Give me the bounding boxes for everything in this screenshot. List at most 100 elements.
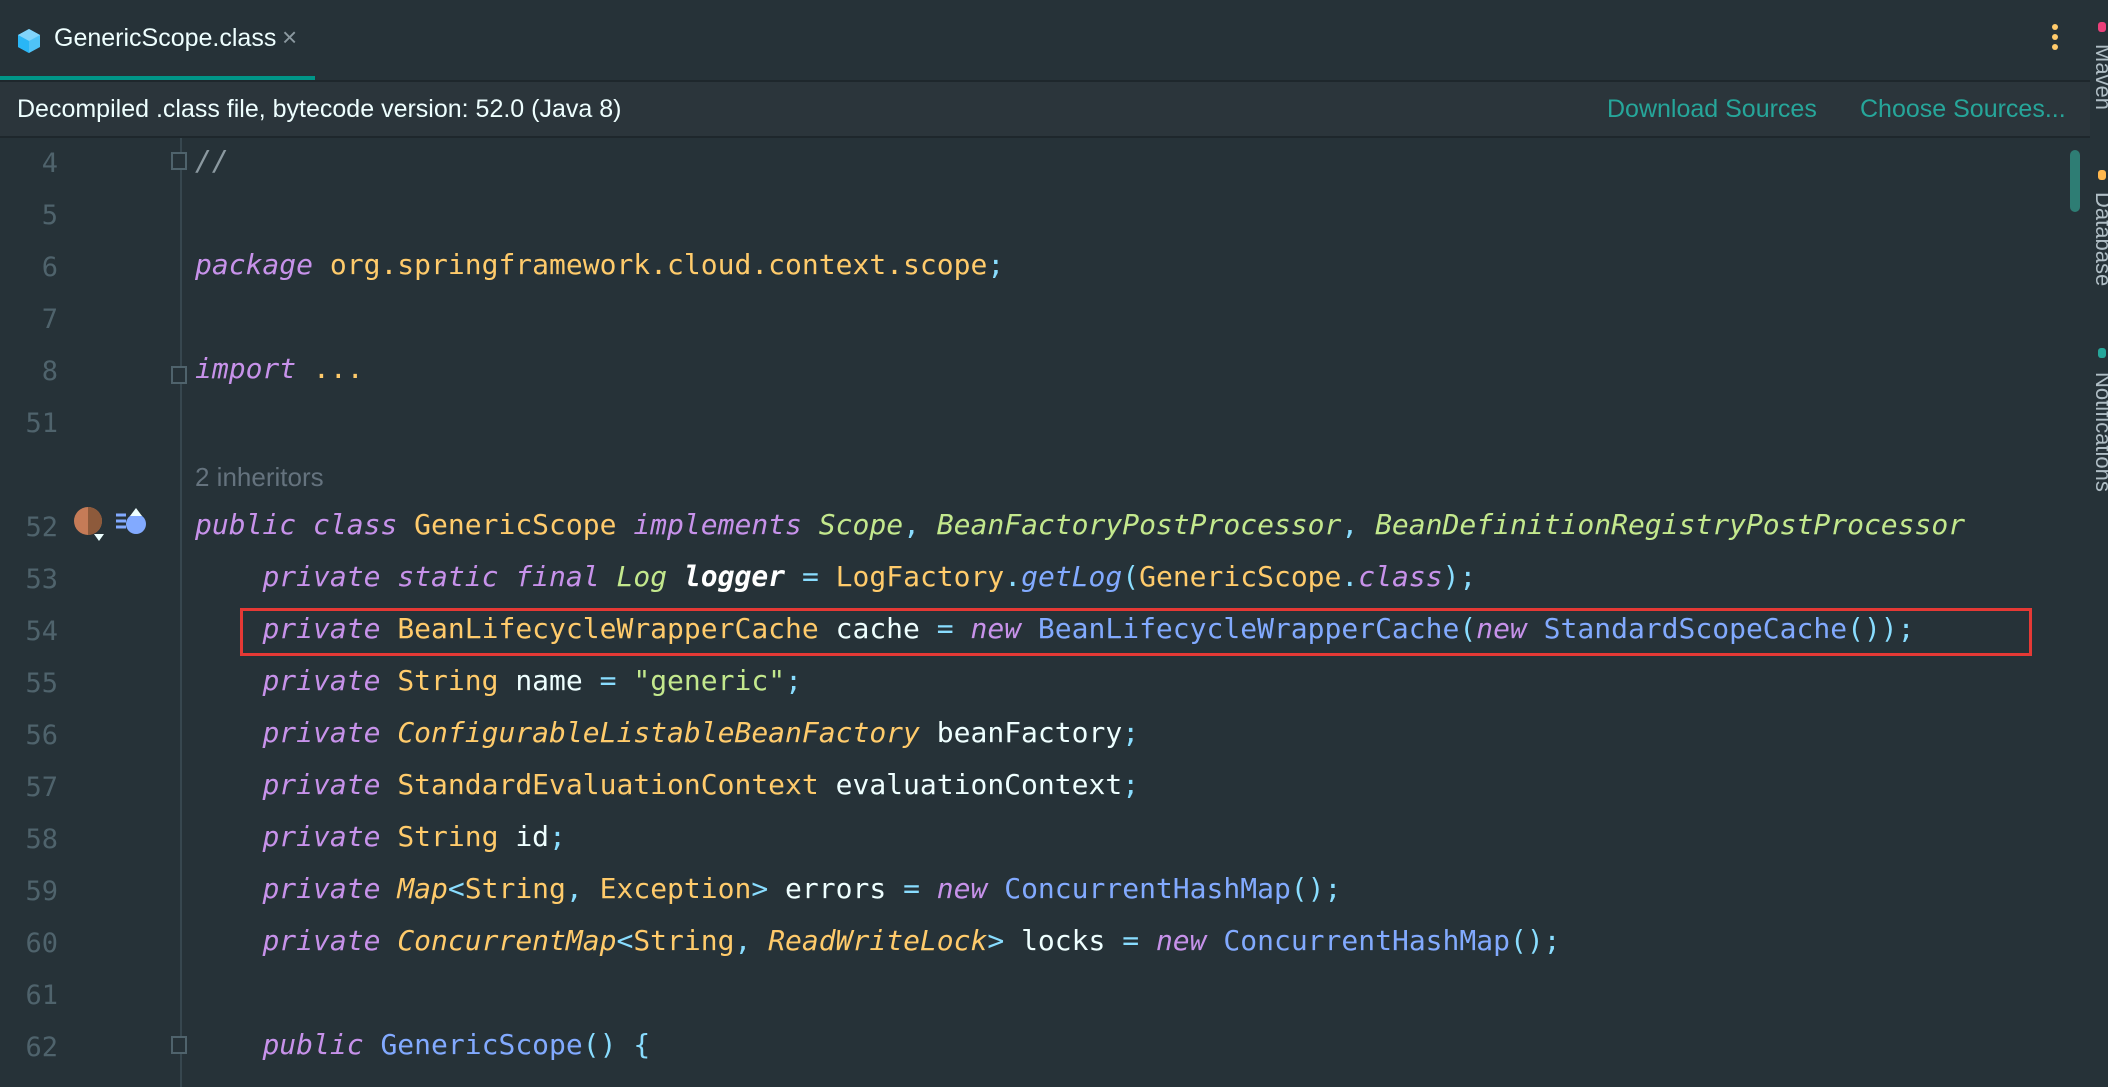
line-number: 61 (25, 980, 58, 1011)
choose-sources-link[interactable]: Choose Sources... (1860, 95, 2066, 124)
code-line[interactable]: private Map<String, Exception> errors = … (195, 872, 1341, 905)
code-editor[interactable]: 2 inheritors 4//5 6 package org.springfram… (0, 138, 2090, 1087)
code-token: String (633, 924, 735, 957)
code-token: = (903, 872, 920, 905)
code-token: String (464, 872, 566, 905)
maven-panel-button[interactable]: Maven (2090, 44, 2108, 110)
class-file-icon (18, 29, 40, 53)
code-token: , (734, 924, 769, 957)
code-token: beanFactory (919, 716, 1123, 749)
code-line[interactable]: private String id; (195, 820, 566, 853)
line-number: 53 (25, 564, 58, 595)
database-panel-button[interactable]: Database (2090, 192, 2108, 286)
code-token: public (195, 508, 297, 541)
line-number: 7 (41, 304, 58, 335)
code-token: private (262, 716, 381, 749)
code-token: , (903, 508, 937, 541)
code-line[interactable]: // (195, 144, 229, 177)
code-token: locks (1004, 924, 1123, 957)
code-token: errors (768, 872, 904, 905)
code-line[interactable]: private String name = "generic"; (195, 664, 801, 697)
code-token: (); (1290, 872, 1342, 905)
code-token: ()); (1847, 612, 1915, 645)
code-token: () { (582, 1028, 651, 1061)
code-token: String (397, 820, 499, 853)
code-token: id (498, 820, 550, 853)
download-sources-link[interactable]: Download Sources (1607, 95, 1817, 124)
fold-icon[interactable] (171, 366, 187, 384)
code-token: BeanLifecycleWrapperCache (397, 612, 819, 645)
code-token: = (1122, 924, 1140, 957)
code-line[interactable]: private ConcurrentMap<String, ReadWriteL… (195, 924, 1560, 957)
fold-icon[interactable] (171, 1036, 187, 1054)
line-number: 52 (25, 512, 58, 543)
code-token: BeanDefinitionRegistryPostProcessor (1375, 508, 1966, 541)
code-token: // (195, 144, 229, 177)
code-line[interactable]: public class GenericScope implements Sco… (195, 508, 1965, 541)
code-token: new (970, 612, 1022, 645)
code-line[interactable]: package org.springframework.cloud.contex… (195, 248, 1004, 281)
code-token: cache (818, 612, 937, 645)
code-line[interactable]: import ... (195, 352, 364, 385)
code-line[interactable]: private StandardEvaluationContext evalua… (195, 768, 1139, 801)
code-line[interactable]: private static final Log logger = LogFac… (195, 560, 1476, 593)
code-token: class (1358, 560, 1443, 593)
line-number: 57 (25, 772, 58, 803)
code-token: ; (987, 248, 1005, 281)
code-token: GenericScope (414, 508, 617, 541)
code-token: ReadWriteLock (768, 924, 988, 957)
inheritors-hint[interactable]: 2 inheritors (195, 462, 324, 493)
code-token: ConcurrentMap (397, 924, 617, 957)
code-token: > (751, 872, 769, 905)
tab-label: GenericScope.class (54, 24, 277, 52)
code-token: ; (549, 820, 566, 853)
notifications-panel-button[interactable]: Notifications (2090, 372, 2108, 492)
code-token: Map (397, 872, 448, 905)
code-token: static (397, 560, 499, 593)
implements-interface-icon[interactable] (114, 506, 148, 540)
code-token: Log (616, 560, 668, 593)
code-token: StandardScopeCache (1543, 612, 1848, 645)
line-number: 55 (25, 668, 58, 699)
code-token: private (262, 924, 381, 957)
database-icon (2098, 170, 2106, 180)
fold-icon[interactable] (171, 152, 187, 170)
code-token: > (987, 924, 1005, 957)
code-token: private (262, 872, 381, 905)
code-token: logger (683, 560, 786, 593)
line-number: 8 (41, 356, 58, 387)
scrollbar-thumb[interactable] (2070, 150, 2080, 212)
code-line[interactable]: private ConfigurableListableBeanFactory … (195, 716, 1139, 749)
more-options-icon[interactable] (2050, 24, 2060, 54)
close-icon[interactable]: × (282, 22, 297, 53)
implemented-by-icon[interactable] (72, 506, 106, 542)
code-token: , (565, 872, 600, 905)
code-token: ; (1122, 768, 1140, 801)
gutter-divider (180, 138, 182, 1087)
code-token: ConfigurableListableBeanFactory (397, 716, 920, 749)
tab-generic-scope-class[interactable]: GenericScope.class × (0, 0, 315, 80)
code-token: new (1476, 612, 1527, 645)
code-line[interactable]: public GenericScope() { (195, 1028, 650, 1061)
code-token: final (515, 560, 600, 593)
code-line[interactable]: private BeanLifecycleWrapperCache cache … (195, 612, 1915, 645)
code-token: ConcurrentHashMap (1223, 924, 1510, 957)
notifications-icon (2098, 348, 2106, 358)
